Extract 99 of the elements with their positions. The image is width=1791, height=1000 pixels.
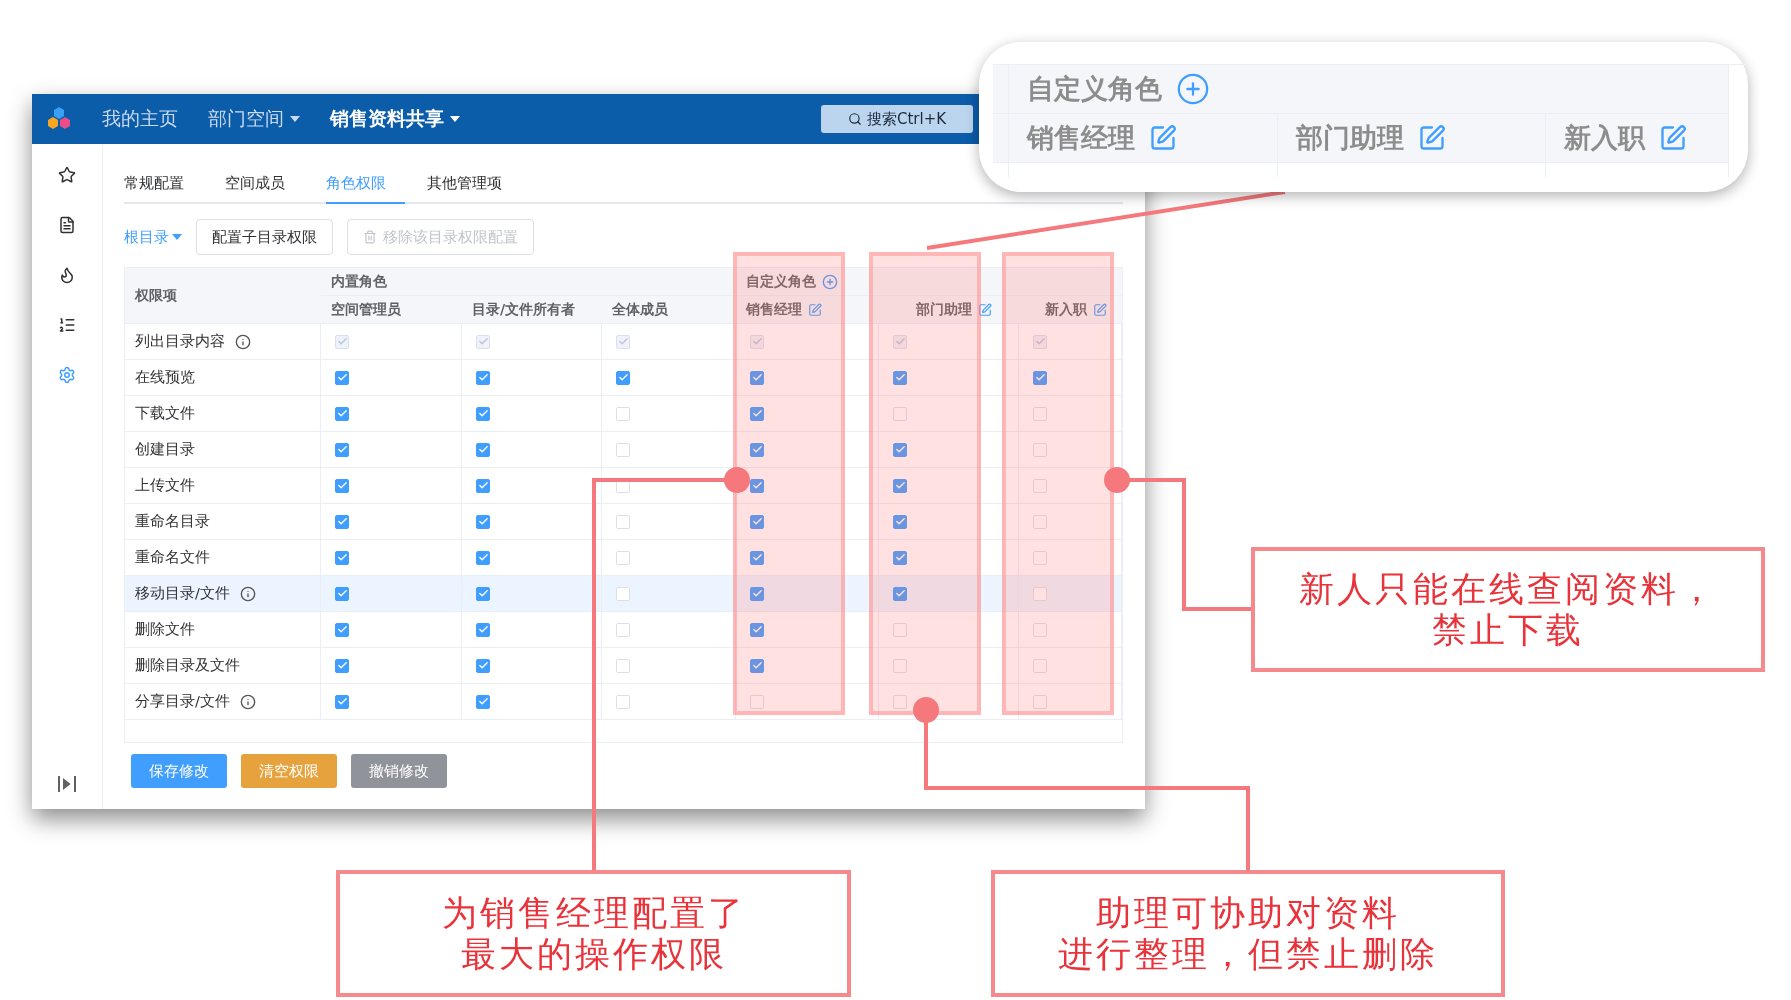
- checkbox[interactable]: [750, 442, 764, 457]
- checkbox[interactable]: [750, 622, 764, 637]
- search-button[interactable]: 搜索Ctrl+K: [821, 105, 973, 133]
- group-header: 自定义角色: [736, 268, 1122, 296]
- permission-label: 重命名文件: [135, 548, 210, 567]
- column-header: 新入职: [1546, 114, 1729, 163]
- star-icon[interactable]: [58, 166, 76, 184]
- edit-icon[interactable]: [1092, 302, 1107, 317]
- column-header: 部门助理: [1278, 114, 1546, 163]
- directory-dropdown[interactable]: 根目录: [124, 227, 182, 247]
- checkbox[interactable]: [476, 370, 490, 385]
- checkbox[interactable]: [335, 514, 349, 529]
- annotation-text: 最大的操作权限: [460, 933, 727, 974]
- annotation-text: 为销售经理配置了: [441, 893, 746, 934]
- tab[interactable]: 其他管理项: [427, 164, 521, 204]
- tab[interactable]: 常规配置: [124, 164, 203, 204]
- checkbox[interactable]: [476, 658, 490, 673]
- checkbox[interactable]: [476, 694, 490, 709]
- annotation-text: 进行整理，但禁止删除: [1058, 933, 1438, 974]
- nav-item[interactable]: 部门空间: [208, 106, 300, 132]
- permission-label: 创建目录: [135, 440, 195, 459]
- checkbox[interactable]: [750, 370, 764, 385]
- checkbox[interactable]: [1033, 370, 1047, 385]
- annotation-text: 禁止下载: [1432, 609, 1584, 650]
- list-icon[interactable]: [58, 316, 76, 334]
- group-header: 自定义角色: [1009, 65, 1729, 114]
- search-icon: [847, 112, 862, 126]
- settings-icon[interactable]: [58, 366, 76, 384]
- tab[interactable]: 空间成员: [225, 164, 304, 204]
- checkbox[interactable]: [893, 550, 907, 565]
- info-icon[interactable]: [239, 585, 256, 602]
- checkbox[interactable]: [335, 694, 349, 709]
- annotation-text: 助理可协助对资料: [1096, 893, 1400, 934]
- checkbox[interactable]: [750, 586, 764, 601]
- permission-label: 删除目录及文件: [135, 656, 240, 675]
- checkbox[interactable]: [750, 658, 764, 673]
- checkbox[interactable]: [335, 586, 349, 601]
- checkbox[interactable]: [893, 370, 907, 385]
- column-header: 销售经理: [736, 296, 879, 324]
- checkbox[interactable]: [335, 658, 349, 673]
- checkbox[interactable]: [750, 550, 764, 565]
- nav-item[interactable]: 我的主页: [102, 106, 178, 132]
- checkbox[interactable]: [476, 586, 490, 601]
- checkbox[interactable]: [476, 550, 490, 565]
- checkbox[interactable]: [335, 478, 349, 493]
- collapse-icon[interactable]: [57, 775, 77, 793]
- edit-icon[interactable]: [1659, 124, 1687, 152]
- annotation-text: 新人只能在线查阅资料，: [1299, 569, 1717, 610]
- flame-icon[interactable]: [58, 266, 76, 284]
- action-button[interactable]: 保存修改: [131, 754, 227, 788]
- edit-icon[interactable]: [1418, 124, 1446, 152]
- column-header: 空间管理员: [321, 296, 462, 324]
- edit-icon[interactable]: [808, 302, 822, 317]
- permission-label: 分享目录/文件: [135, 692, 230, 711]
- permission-label: 上传文件: [135, 476, 195, 495]
- nav-item[interactable]: 销售资料共享: [330, 106, 460, 132]
- edit-icon[interactable]: [1149, 124, 1177, 152]
- checkbox[interactable]: [893, 442, 907, 457]
- permission-label: 下载文件: [135, 404, 195, 423]
- column-header: 销售经理: [1009, 114, 1278, 163]
- checkbox[interactable]: [476, 406, 490, 421]
- document-icon[interactable]: [58, 216, 76, 234]
- add-icon[interactable]: [1176, 72, 1210, 106]
- checkbox[interactable]: [476, 622, 490, 637]
- action-button[interactable]: 撤销修改: [351, 754, 447, 788]
- checkbox[interactable]: [893, 586, 907, 601]
- checkbox[interactable]: [893, 478, 907, 493]
- trash-icon: [363, 230, 377, 244]
- checkbox[interactable]: [750, 514, 764, 529]
- caret-icon: [172, 234, 182, 240]
- logo-icon: [46, 106, 72, 132]
- checkbox[interactable]: [335, 370, 349, 385]
- checkbox[interactable]: [335, 406, 349, 421]
- checkbox[interactable]: [476, 442, 490, 457]
- permission-label: 在线预览: [135, 368, 195, 387]
- group-header: 内置角色: [321, 268, 736, 296]
- column-header: 全体成员: [602, 296, 736, 324]
- checkbox[interactable]: [476, 478, 490, 493]
- checkbox[interactable]: [335, 550, 349, 565]
- permission-label: 移动目录/文件: [135, 584, 230, 603]
- checkbox[interactable]: [616, 370, 630, 385]
- permission-label: 重命名目录: [135, 512, 210, 531]
- checkbox[interactable]: [335, 622, 349, 637]
- permission-label: 列出目录内容: [135, 332, 225, 351]
- column-header: 新入职: [1019, 296, 1122, 324]
- column-header: 权限项: [125, 268, 321, 324]
- checkbox[interactable]: [335, 442, 349, 457]
- info-icon[interactable]: [239, 693, 256, 710]
- checkbox[interactable]: [750, 406, 764, 421]
- add-icon[interactable]: [822, 273, 838, 290]
- permission-label: 删除文件: [135, 620, 195, 639]
- toolbar-button[interactable]: 配置子目录权限: [196, 219, 333, 255]
- column-header: 部门助理: [879, 296, 1019, 324]
- checkbox[interactable]: [750, 478, 764, 493]
- tab[interactable]: 角色权限: [326, 164, 405, 204]
- checkbox[interactable]: [476, 514, 490, 529]
- column-header: 目录/文件所有者: [462, 296, 602, 324]
- checkbox[interactable]: [893, 514, 907, 529]
- edit-icon[interactable]: [978, 302, 992, 317]
